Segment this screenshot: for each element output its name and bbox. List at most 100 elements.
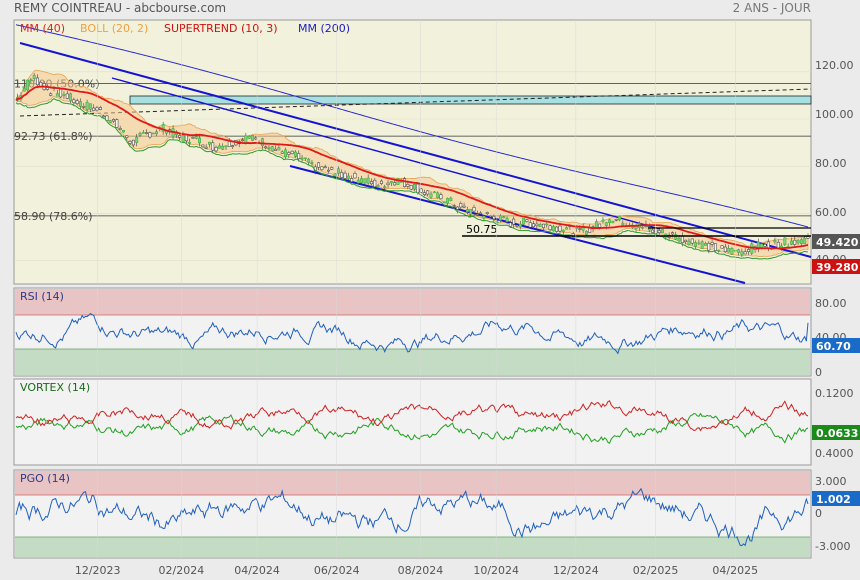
candle-body [145,132,149,134]
chart-title: REMY COINTREAU - abcbourse.com [14,1,226,15]
candle-body [340,172,344,178]
candle-body [284,149,287,157]
candle-body [528,222,532,228]
candle-body [303,157,307,160]
candle-body [717,249,721,252]
x-tick-label: 10/2024 [473,564,519,577]
price-ytick-60: 60.00 [815,206,847,219]
candle-body [485,212,489,214]
candle-body [277,147,281,151]
candle-body [26,79,30,91]
last-price-value: 49.420 [816,236,859,249]
candle-body [465,209,469,213]
candle-body [499,215,502,221]
candle-body [803,238,807,244]
candle-body [551,226,555,232]
candle-body [518,223,522,228]
candle-body [462,205,466,208]
candle-body [247,135,251,139]
candle-body [320,166,324,170]
candle-body [115,119,119,128]
candle-body [456,206,459,210]
candle-body [598,223,602,228]
candle-body [680,235,684,244]
pgo-title: PGO (14) [20,472,70,485]
candle-body [221,145,225,150]
candle-body [36,77,39,86]
rsi-title: RSI (14) [20,290,64,303]
candle-body [687,240,691,246]
candle-body [700,241,704,249]
candle-body [697,242,701,245]
candle-body [29,79,33,81]
candle-body [72,99,76,103]
vortex-ytick-top: 0.1200 [815,387,854,400]
x-tick-label: 04/2024 [234,564,280,577]
candle-body [155,131,158,135]
candle-body [508,222,512,227]
candle-body [776,241,780,249]
chart-period: 2 ANS - JOUR [733,1,811,15]
candle-body [307,158,311,163]
pgo-oversold-band [15,537,810,557]
rsi-value: 60.70 [816,340,851,353]
candle-body [608,219,612,223]
candle-body [204,146,208,149]
candle-body [406,183,410,187]
x-tick-label: 06/2024 [314,564,360,577]
x-tick-label: 12/2023 [75,564,121,577]
candle-body [363,178,367,184]
vortex-plot-area [13,378,812,466]
candle-body [389,181,393,184]
stock-chart: REMY COINTREAU - abcbourse.com 2 ANS - J… [13,1,860,577]
candle-body [260,138,264,147]
candle-body [250,135,254,141]
candle-body [92,107,96,111]
rsi-oversold-band [15,349,810,375]
pgo-overbought-band [15,471,810,495]
rsi-overbought-band [15,289,810,315]
candle-body [670,232,674,235]
candle-body [429,193,433,198]
candle-body [578,228,582,230]
pgo-ytick-zero: 0 [815,507,822,520]
candle-body [135,136,139,143]
x-tick-label: 02/2025 [633,564,679,577]
candle-body [65,93,69,99]
candle-body [62,94,66,96]
candle-body [330,167,334,170]
candle-body [532,223,535,228]
candle-body [241,139,244,142]
candle-body [211,142,215,151]
candle-body [376,185,380,187]
candle-body [541,223,545,228]
candle-body [102,115,106,118]
candle-body [747,249,750,252]
candle-body [75,100,79,104]
candle-body [55,93,59,97]
candle-body [436,192,440,198]
candle-body [806,236,810,239]
candle-body [267,147,271,149]
candle-body [370,181,373,185]
candle-body [740,251,744,256]
candle-body [479,212,483,215]
candle-body [300,157,304,160]
candle-body [184,134,188,142]
candle-body [535,223,539,227]
fib-label: 58.90 (78.6%) [14,210,93,223]
candle-body [280,151,284,154]
candle-body [82,106,86,108]
candle-body [783,237,787,245]
candle-body [323,166,327,169]
candle-body [565,227,569,230]
pgo-ytick-top: 3.000 [815,475,847,488]
candle-body [32,75,36,79]
candle-body [657,230,661,233]
candle-body [522,217,526,225]
candle-body [422,192,426,195]
candle-body [449,197,453,201]
price-panel: 110.00 (50.0%)92.73 (61.8%)58.90 (78.6%)… [13,19,860,285]
candle-body [452,205,456,207]
candle-body [343,172,347,179]
